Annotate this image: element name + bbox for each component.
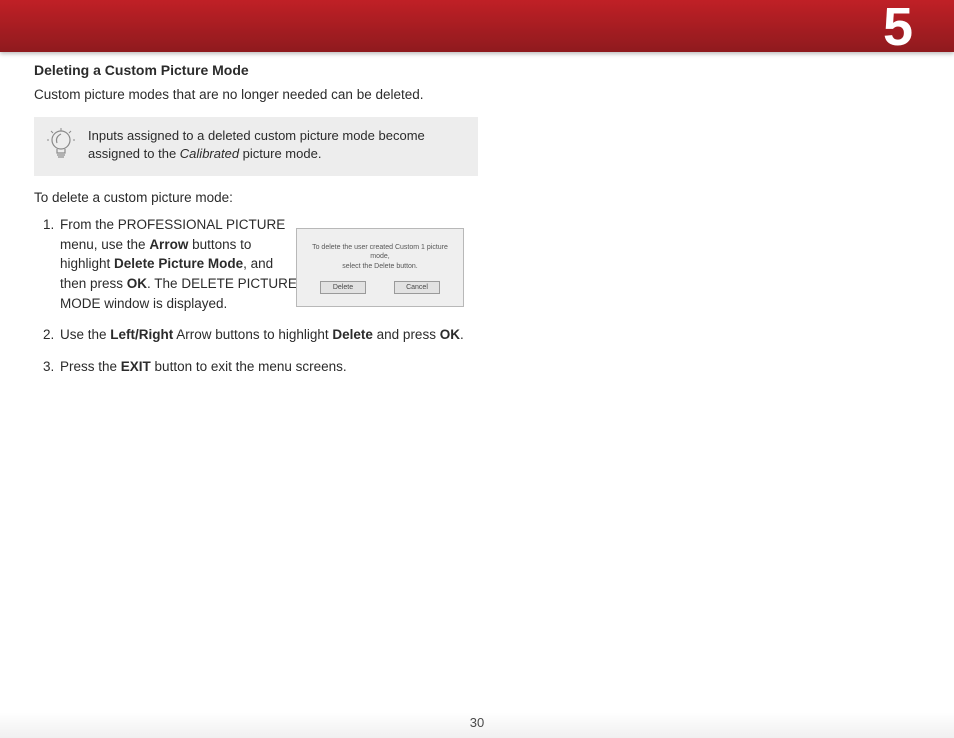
delete-picture-mode-dialog: To delete the user created Custom 1 pict… bbox=[296, 228, 464, 307]
step-3: Press the EXIT button to exit the menu s… bbox=[58, 357, 474, 377]
callout-text: Inputs assigned to a deleted custom pict… bbox=[88, 127, 464, 165]
callout-italic: Calibrated bbox=[180, 146, 239, 161]
info-callout: Inputs assigned to a deleted custom pict… bbox=[34, 117, 478, 177]
steps-lead-in: To delete a custom picture mode: bbox=[34, 190, 920, 205]
page-number: 30 bbox=[0, 715, 954, 730]
chapter-header-band: 5 bbox=[0, 0, 954, 52]
callout-post: picture mode. bbox=[239, 146, 321, 161]
section-title: Deleting a Custom Picture Mode bbox=[34, 62, 920, 78]
step-2: Use the Left/Right Arrow buttons to high… bbox=[58, 325, 474, 345]
lightbulb-icon bbox=[44, 128, 78, 162]
dialog-cancel-button[interactable]: Cancel bbox=[394, 281, 440, 294]
intro-paragraph: Custom picture modes that are no longer … bbox=[34, 85, 474, 105]
step-1: From the PROFESSIONAL PICTURE menu, use … bbox=[58, 215, 300, 313]
dialog-delete-button[interactable]: Delete bbox=[320, 281, 366, 294]
dialog-buttons: Delete Cancel bbox=[305, 281, 455, 294]
chapter-number: 5 bbox=[883, 0, 914, 58]
page-content: Deleting a Custom Picture Mode Custom pi… bbox=[34, 62, 920, 388]
dialog-message: To delete the user created Custom 1 pict… bbox=[305, 243, 455, 271]
